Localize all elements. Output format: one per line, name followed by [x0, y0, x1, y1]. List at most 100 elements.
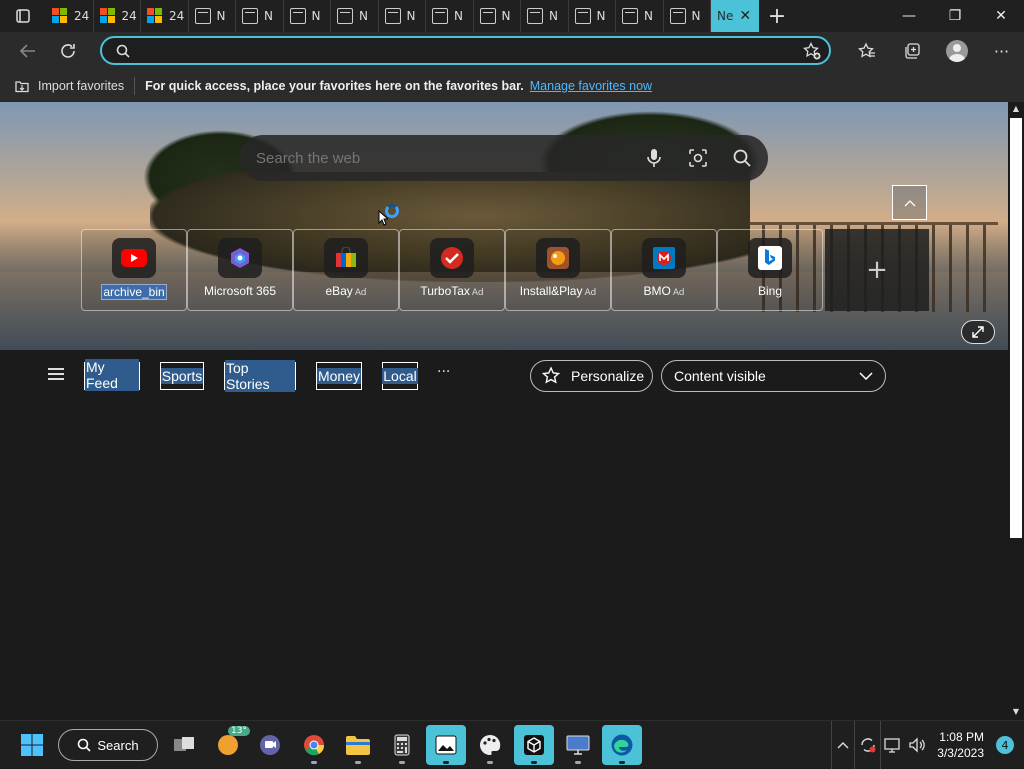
address-bar[interactable] — [100, 36, 831, 65]
favorites-bar-message: For quick access, place your favorites h… — [145, 79, 524, 93]
close-tab-icon[interactable]: ✕ — [739, 8, 751, 24]
visual-search-button[interactable] — [676, 135, 720, 181]
restore-button[interactable]: ❐ — [932, 0, 978, 32]
3d-viewer-button[interactable] — [514, 725, 554, 765]
favorites-button[interactable] — [844, 32, 889, 70]
game-icon — [536, 238, 580, 278]
tab-label: Sports — [160, 368, 204, 384]
show-hidden-icons-button[interactable] — [831, 721, 856, 769]
photos-button[interactable] — [426, 725, 466, 765]
tab-label: N — [501, 9, 511, 23]
tab-sports[interactable]: Sports — [160, 362, 204, 390]
import-favorites-button[interactable]: Import favorites — [0, 78, 124, 94]
page-scrollbar[interactable]: ▲ ▼ — [1008, 102, 1024, 718]
quick-link-bing[interactable]: Bing — [717, 229, 823, 311]
personalize-button[interactable]: Personalize — [530, 360, 653, 392]
notification-badge[interactable]: 4 — [996, 736, 1014, 754]
remote-desktop-button[interactable] — [558, 725, 598, 765]
web-search-input[interactable] — [256, 149, 632, 167]
weather-widget[interactable]: 13° — [208, 725, 250, 765]
tab[interactable]: N — [284, 0, 331, 32]
profile-button[interactable] — [934, 32, 979, 70]
close-window-button[interactable]: ✕ — [978, 0, 1024, 32]
turbotax-icon — [430, 238, 474, 278]
tab[interactable]: N — [379, 0, 426, 32]
edge-button[interactable] — [602, 725, 642, 765]
system-tray: 1:08 PM 3/3/2023 4 — [831, 721, 1024, 769]
tab-top-stories[interactable]: Top Stories — [224, 360, 296, 392]
clock-date: 3/3/2023 — [937, 746, 984, 760]
network-button[interactable] — [881, 737, 905, 753]
clock[interactable]: 1:08 PM 3/3/2023 — [937, 729, 990, 761]
manage-favorites-link[interactable]: Manage favorites now — [530, 79, 652, 93]
tab-active[interactable]: Ne ✕ — [711, 0, 759, 32]
quick-link-archive-bin[interactable]: archive_bin — [81, 229, 187, 311]
scrollbar-thumb[interactable] — [1010, 118, 1022, 538]
search-submit-button[interactable] — [720, 135, 764, 181]
search-icon — [116, 44, 130, 58]
tab-my-feed[interactable]: My Feed — [84, 359, 140, 391]
web-search-box[interactable] — [240, 135, 768, 181]
chrome-button[interactable] — [294, 725, 334, 765]
minimize-button[interactable]: — — [886, 0, 932, 32]
tab-label: 24 — [74, 9, 90, 23]
tab[interactable]: N — [189, 0, 236, 32]
task-view-button[interactable] — [164, 725, 204, 765]
address-input[interactable] — [138, 43, 778, 58]
paint-button[interactable] — [470, 725, 510, 765]
tab[interactable]: N — [474, 0, 521, 32]
microphone-icon — [647, 149, 661, 167]
tab-local[interactable]: Local — [382, 362, 418, 390]
add-favorite-icon[interactable] — [803, 41, 821, 60]
expand-background-button[interactable] — [961, 320, 995, 344]
quick-link-microsoft-365[interactable]: Microsoft 365 — [187, 229, 293, 311]
quick-link-turbotax[interactable]: TurboTax Ad — [399, 229, 505, 311]
voice-search-button[interactable] — [632, 135, 676, 181]
teams-chat-button[interactable] — [250, 725, 290, 765]
tab-actions-button[interactable] — [0, 0, 46, 32]
menu-icon[interactable] — [48, 368, 64, 383]
tab[interactable]: N — [426, 0, 474, 32]
scroll-down-arrow-icon[interactable]: ▼ — [1011, 707, 1021, 716]
start-button[interactable] — [12, 725, 52, 765]
chevron-down-icon — [859, 372, 873, 380]
tab[interactable]: N — [569, 0, 616, 32]
tab[interactable]: N — [331, 0, 379, 32]
tab[interactable]: N — [521, 0, 569, 32]
tab[interactable]: 24 — [46, 0, 94, 32]
add-quick-link-button[interactable]: + — [825, 229, 929, 311]
quick-link-label: Install&Play — [519, 284, 583, 298]
quick-link-bmo[interactable]: BMO Ad — [611, 229, 717, 311]
collections-button[interactable] — [889, 32, 934, 70]
loading-spinner-icon — [385, 204, 399, 218]
back-button[interactable] — [8, 32, 48, 70]
tab-money[interactable]: Money — [316, 362, 362, 390]
volume-button[interactable] — [905, 737, 929, 753]
microsoft-logo-icon — [52, 8, 68, 24]
content-visibility-dropdown[interactable]: Content visible — [661, 360, 886, 392]
tab[interactable]: N — [236, 0, 284, 32]
new-tab-button[interactable]: + — [759, 0, 795, 32]
tab-label: Money — [316, 368, 362, 384]
tab[interactable]: 24 — [94, 0, 141, 32]
quick-link-ebay[interactable]: eBay Ad — [293, 229, 399, 311]
collapse-button[interactable] — [892, 185, 927, 220]
clock-time: 1:08 PM — [939, 730, 984, 744]
tab[interactable]: N — [664, 0, 711, 32]
calculator-button[interactable] — [382, 725, 422, 765]
settings-more-button[interactable]: ··· — [979, 32, 1024, 70]
scroll-up-arrow-icon[interactable]: ▲ — [1011, 104, 1021, 113]
file-explorer-button[interactable] — [338, 725, 378, 765]
running-indicator — [311, 761, 317, 764]
sync-tray-button[interactable] — [855, 721, 882, 769]
tab[interactable]: 24 — [141, 0, 189, 32]
quick-link-install-play[interactable]: Install&Play Ad — [505, 229, 611, 311]
tab-label: N — [691, 9, 701, 23]
tab-label: N — [549, 9, 558, 23]
taskbar-search-button[interactable]: Search — [58, 729, 158, 761]
page-icon — [479, 8, 496, 24]
refresh-button[interactable] — [48, 32, 88, 70]
search-icon — [78, 738, 91, 752]
more-tabs-button[interactable]: ··· — [437, 364, 450, 380]
tab[interactable]: N — [616, 0, 664, 32]
